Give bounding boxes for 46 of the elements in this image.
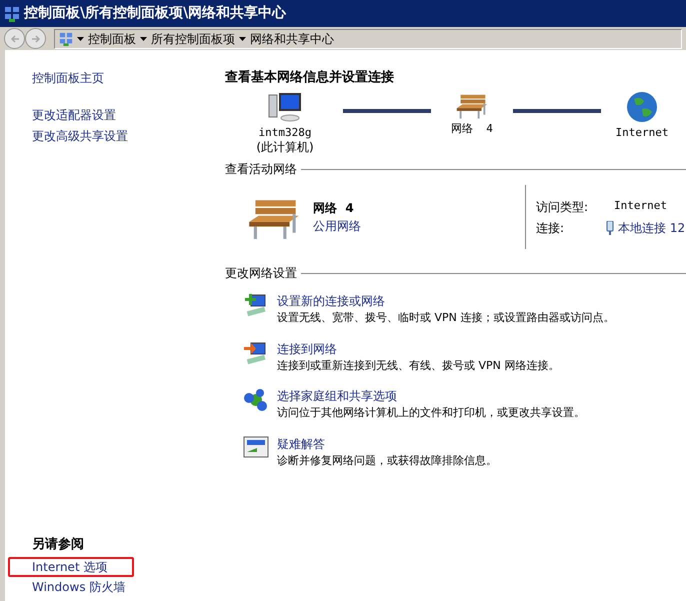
network-type-link[interactable]: 公用网络 [313,217,361,235]
settings-task-description: 设置无线、宽带、拨号、临时或 VPN 连接；或设置路由器或访问点。 [277,310,614,326]
settings-task-link[interactable]: 选择家庭组和共享选项 [277,387,397,405]
forward-arrow-icon [30,34,40,44]
connection-link[interactable]: 本地连接 12 [618,218,686,236]
troubleshoot-icon [243,434,269,458]
sidebar-link[interactable]: 更改高级共享设置 [32,127,128,145]
computer-icon [267,90,303,122]
settings-task-link[interactable]: 设置新的连接或网络 [277,292,385,310]
access-type-value: Internet [613,198,668,214]
sidebar-link[interactable]: 更改适配器设置 [32,106,116,124]
breadcrumb-item[interactable]: 网络和共享中心 [250,30,334,48]
breadcrumb-item[interactable]: 所有控制面板项 [151,30,235,48]
connection-label: 连接: [536,220,566,236]
homegroup-icon [243,387,269,413]
forward-button[interactable] [25,28,46,49]
network-adapter-icon [606,220,614,234]
globe-icon [626,90,658,122]
see-also-link[interactable]: Windows 防火墙 [8,577,134,597]
window-title: 控制面板\所有控制面板项\网络和共享中心 [24,4,286,23]
settings-task-description: 访问位于其他网络计算机上的文件和打印机，或更改共享设置。 [277,405,585,421]
network-map-label: intm328g [258,124,312,140]
back-arrow-icon [10,34,20,44]
section-heading: 更改网络设置 [225,265,297,282]
settings-task-description: 连接到或重新连接到无线、有线、拨号或 VPN 网络连接。 [277,358,560,374]
network-map-label: 网络 4 [451,121,493,137]
access-type-label: 访问类型: [536,198,590,216]
settings-task-description: 诊断并修复网络问题，或获得故障排除信息。 [277,452,497,468]
page-heading: 查看基本网络信息并设置连接 [225,68,394,87]
see-also-heading: 另请参阅 [32,536,84,554]
network-map-sublabel: (此计算机) [256,141,314,154]
control-panel-icon [4,6,20,22]
dropdown-arrow-icon [239,36,246,40]
dropdown-arrow-icon [77,36,84,40]
control-panel-icon [59,32,73,46]
breadcrumb-item[interactable]: 控制面板 [88,30,136,48]
settings-task-link[interactable]: 连接到网络 [277,340,337,358]
sidebar-link[interactable]: 控制面板主页 [32,69,104,87]
back-button[interactable] [4,28,25,49]
see-also-link[interactable]: Internet 选项 [8,557,134,577]
section-heading: 查看活动网络 [225,161,297,178]
address-bar[interactable]: 控制面板 所有控制面板项 网络和共享中心 [54,28,682,48]
network-name: 网络 4 [313,200,355,217]
network-map-label: Internet [616,124,668,140]
settings-task-link[interactable]: 疑难解答 [277,434,325,452]
dropdown-arrow-icon [140,36,147,40]
